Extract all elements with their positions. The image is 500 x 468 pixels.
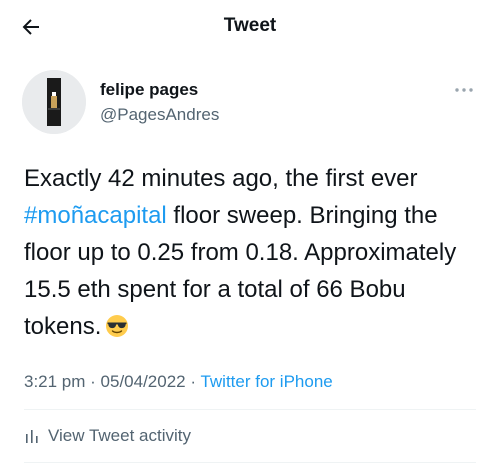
profile-avatar-icon: [22, 70, 86, 134]
tweet-text-part1: Exactly 42 minutes ago, the first ever: [24, 165, 418, 192]
tweet-time[interactable]: 3:21 pm: [24, 372, 85, 391]
avatar[interactable]: [22, 70, 86, 134]
author-handle[interactable]: @PagesAndres: [100, 105, 219, 125]
view-tweet-activity-button[interactable]: View Tweet activity: [24, 424, 191, 448]
tweet-text: Exactly 42 minutes ago, the first ever #…: [24, 160, 484, 345]
author-name[interactable]: felipe pages: [100, 80, 198, 100]
meta-separator: ·: [85, 372, 101, 391]
more-options-button[interactable]: [450, 80, 478, 100]
activity-label: View Tweet activity: [48, 426, 191, 445]
hashtag-link[interactable]: #moñacapital: [24, 202, 167, 229]
more-dots-icon: [455, 88, 473, 92]
divider-bottom: [24, 462, 476, 463]
tweet-source-link[interactable]: Twitter for iPhone: [200, 372, 332, 391]
meta-separator-2: ·: [185, 372, 201, 391]
bar-chart-icon: [24, 427, 42, 445]
sunglasses-emoji-icon: [106, 315, 129, 337]
tweet-date[interactable]: 05/04/2022: [101, 372, 186, 391]
header-bar: Tweet: [0, 0, 500, 54]
tweet-author: felipe pages @PagesAndres: [22, 70, 482, 134]
divider: [24, 409, 476, 410]
tweet-meta: 3:21 pm · 05/04/2022 · Twitter for iPhon…: [24, 372, 333, 392]
page-title: Tweet: [223, 15, 277, 36]
